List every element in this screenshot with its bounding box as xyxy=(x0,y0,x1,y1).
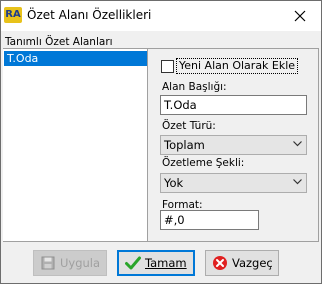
cancel-button[interactable]: Vazgeç xyxy=(205,250,279,276)
field-title-label: Alan Başlığı: xyxy=(162,81,227,93)
summary-format-select[interactable]: Yok xyxy=(160,173,307,193)
title-bar[interactable]: RA Özet Alanı Özellikleri xyxy=(1,1,321,31)
dialog-window: RA Özet Alanı Özellikleri Tanımlı Özet A… xyxy=(0,0,322,284)
app-icon: RA xyxy=(4,7,22,23)
format-input[interactable]: #,0 xyxy=(160,210,259,230)
new-field-checkbox-label[interactable]: Yeni Alan Olarak Ekle xyxy=(176,58,299,74)
chevron-down-icon xyxy=(293,141,302,147)
groupbox-label: Tanımlı Özet Alanları xyxy=(5,36,113,48)
cancel-icon xyxy=(212,255,228,271)
list-item[interactable]: T.Oda xyxy=(4,51,147,66)
checkmark-icon xyxy=(125,255,141,271)
cancel-button-label: Vazgeç xyxy=(232,256,273,270)
ok-button-label: Tamam xyxy=(145,256,187,270)
floppy-disk-icon xyxy=(40,255,56,271)
field-title-input[interactable]: T.Oda xyxy=(160,95,307,115)
chevron-down-icon xyxy=(293,179,302,185)
close-button[interactable] xyxy=(279,1,321,31)
summary-fields-list[interactable]: T.Oda xyxy=(3,49,148,241)
apply-button[interactable]: Uygula xyxy=(33,250,107,276)
summary-type-value: Toplam xyxy=(164,138,205,152)
summary-type-label: Özet Türü: xyxy=(162,120,216,132)
ok-button[interactable]: Tamam xyxy=(117,250,195,276)
close-icon xyxy=(294,10,306,22)
summary-type-select[interactable]: Toplam xyxy=(160,135,307,155)
apply-button-label: Uygula xyxy=(60,256,101,270)
summary-format-label: Özetleme Şekli: xyxy=(162,157,245,169)
new-field-checkbox[interactable] xyxy=(161,60,174,73)
summary-format-value: Yok xyxy=(164,176,184,190)
window-title: Özet Alanı Özellikleri xyxy=(27,8,152,22)
